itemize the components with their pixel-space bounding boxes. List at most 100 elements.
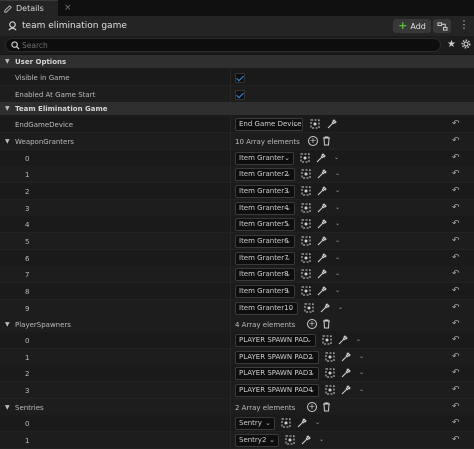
visible-checkbox[interactable] xyxy=(235,73,245,83)
eyedropper-icon[interactable] xyxy=(317,252,327,263)
reset-icon[interactable]: ↶ xyxy=(452,219,460,229)
chevron-down-icon[interactable]: ⌄ xyxy=(338,304,343,311)
chevron-down-icon[interactable]: ⌄ xyxy=(356,336,361,343)
chevron-down-icon[interactable]: ⌄ xyxy=(335,287,340,294)
select-actor-icon[interactable] xyxy=(325,352,335,362)
chevron-down-icon[interactable]: ⌄ xyxy=(315,419,320,426)
sentry-combo[interactable]: Sentry2 ⌄ xyxy=(235,433,279,447)
select-actor-icon[interactable] xyxy=(301,253,311,263)
weapon-granter-combo[interactable]: Item Granter7 ⌄ xyxy=(235,251,295,265)
close-icon[interactable]: × xyxy=(64,3,74,13)
trash-icon[interactable] xyxy=(322,136,331,146)
select-actor-icon[interactable] xyxy=(304,303,314,313)
sentry-combo[interactable]: Sentry ⌄ xyxy=(235,417,275,430)
gear-icon[interactable] xyxy=(461,39,471,49)
reset-icon[interactable]: ↶ xyxy=(452,319,460,329)
eyedropper-icon[interactable] xyxy=(317,236,327,246)
chevron-down-icon[interactable]: ⌄ xyxy=(335,204,340,211)
chevron-down-icon[interactable]: ⌄ xyxy=(335,237,340,244)
reset-icon[interactable]: ↶ xyxy=(452,435,460,445)
eyedropper-icon[interactable] xyxy=(317,169,327,179)
reset-icon[interactable]: ↶ xyxy=(452,385,460,395)
reset-icon[interactable]: ↶ xyxy=(452,169,460,179)
player-spawner-combo[interactable]: PLAYER SPAWN PAD ⌄ xyxy=(235,334,316,347)
eyedropper-icon[interactable] xyxy=(341,385,351,395)
search-input[interactable] xyxy=(22,40,422,51)
select-actor-icon[interactable] xyxy=(325,385,335,395)
reset-icon[interactable]: ↶ xyxy=(452,203,460,213)
chevron-down-icon[interactable]: ⌄ xyxy=(359,369,364,376)
eyedropper-icon[interactable] xyxy=(317,286,327,296)
enabled-checkbox[interactable] xyxy=(235,90,245,100)
chevron-down-icon[interactable]: ⌄ xyxy=(359,386,364,393)
weapon-granter-combo[interactable]: Item Granter10 ⌄ xyxy=(235,301,298,315)
add-element-icon[interactable]: + xyxy=(308,136,318,146)
add-element-icon[interactable]: + xyxy=(307,402,317,412)
reset-icon[interactable]: ↶ xyxy=(452,368,460,378)
chevron-down-icon[interactable]: ▼ xyxy=(5,404,10,411)
select-actor-icon[interactable] xyxy=(310,119,320,129)
chevron-down-icon[interactable]: ⌄ xyxy=(359,353,364,360)
eyedropper-icon[interactable] xyxy=(317,202,327,213)
add-element-icon[interactable]: + xyxy=(307,319,317,329)
reset-icon[interactable]: ↶ xyxy=(452,136,460,146)
chevron-down-icon[interactable]: ⌄ xyxy=(335,254,340,261)
eyedropper-icon[interactable] xyxy=(317,219,327,229)
trash-icon[interactable] xyxy=(322,319,331,329)
blueprint-button[interactable] xyxy=(433,19,451,33)
select-actor-icon[interactable] xyxy=(301,186,311,196)
eyedropper-icon[interactable] xyxy=(316,152,326,163)
reset-icon[interactable]: ↶ xyxy=(452,352,460,362)
select-actor-icon[interactable] xyxy=(322,335,332,345)
reset-icon[interactable]: ↶ xyxy=(452,418,460,428)
select-actor-icon[interactable] xyxy=(301,169,311,179)
eyedropper-icon[interactable] xyxy=(341,351,351,362)
reset-icon[interactable]: ↶ xyxy=(452,402,460,412)
reset-icon[interactable]: ↶ xyxy=(452,335,460,345)
menu-icon[interactable]: ⋮ xyxy=(458,19,470,33)
weapon-granter-combo[interactable]: Item Granter8 ⌄ xyxy=(235,268,295,282)
weapon-granter-combo[interactable]: Item Granter4 ⌄ xyxy=(235,201,295,215)
eyedropper-icon[interactable] xyxy=(297,418,307,428)
eyedropper-icon[interactable] xyxy=(338,335,348,345)
star-icon[interactable]: ★ xyxy=(447,39,456,51)
reset-icon[interactable]: ↶ xyxy=(452,303,460,313)
player-spawner-combo[interactable]: PLAYER SPAWN PAD2 ⌄ xyxy=(235,350,319,364)
reset-icon[interactable]: ↶ xyxy=(452,153,460,163)
search-box[interactable] xyxy=(5,38,441,52)
weapon-granter-combo[interactable]: Item Granter ⌄ xyxy=(235,151,294,165)
select-actor-icon[interactable] xyxy=(285,435,295,445)
weapon-granter-combo[interactable]: Item Granter2 ⌄ xyxy=(235,168,295,182)
reset-icon[interactable]: ↶ xyxy=(452,119,460,129)
select-actor-icon[interactable] xyxy=(281,418,291,428)
weapon-granter-combo[interactable]: Item Granter6 ⌄ xyxy=(235,235,295,248)
eyedropper-icon[interactable] xyxy=(301,434,311,445)
select-actor-icon[interactable] xyxy=(301,219,311,229)
tab-details[interactable]: Details xyxy=(0,0,58,16)
chevron-down-icon[interactable]: ▼ xyxy=(5,321,10,328)
select-actor-icon[interactable] xyxy=(301,203,311,213)
chevron-down-icon[interactable]: ⌄ xyxy=(319,436,324,443)
weapon-granter-combo[interactable]: Item Granter5 ⌄ xyxy=(235,218,295,232)
weapon-granter-combo[interactable]: Item Granter3 ⌄ xyxy=(235,184,295,198)
select-actor-icon[interactable] xyxy=(301,286,311,296)
select-actor-icon[interactable] xyxy=(301,236,311,246)
section-user-options[interactable]: ▼ User Options xyxy=(0,55,474,69)
reset-icon[interactable]: ↶ xyxy=(452,253,460,263)
chevron-down-icon[interactable]: ⌄ xyxy=(335,270,340,277)
trash-icon[interactable] xyxy=(322,402,331,412)
section-team-elimination[interactable]: ▼ Team Elimination Game xyxy=(0,102,474,116)
select-actor-icon[interactable] xyxy=(301,269,311,279)
player-spawner-combo[interactable]: PLAYER SPAWN PAD3 ⌄ xyxy=(235,367,319,381)
weapon-granter-combo[interactable]: Item Granter9 ⌄ xyxy=(235,285,295,299)
eyedropper-icon[interactable] xyxy=(327,119,337,129)
chevron-down-icon[interactable]: ⌄ xyxy=(335,220,340,227)
reset-icon[interactable]: ↶ xyxy=(452,186,460,196)
reset-icon[interactable]: ↶ xyxy=(452,269,460,279)
reset-icon[interactable]: ↶ xyxy=(452,286,460,296)
eyedropper-icon[interactable] xyxy=(320,303,330,313)
eyedropper-icon[interactable] xyxy=(341,368,351,378)
reset-icon[interactable]: ↶ xyxy=(452,236,460,246)
select-actor-icon[interactable] xyxy=(300,153,310,163)
eyedropper-icon[interactable] xyxy=(317,186,327,196)
